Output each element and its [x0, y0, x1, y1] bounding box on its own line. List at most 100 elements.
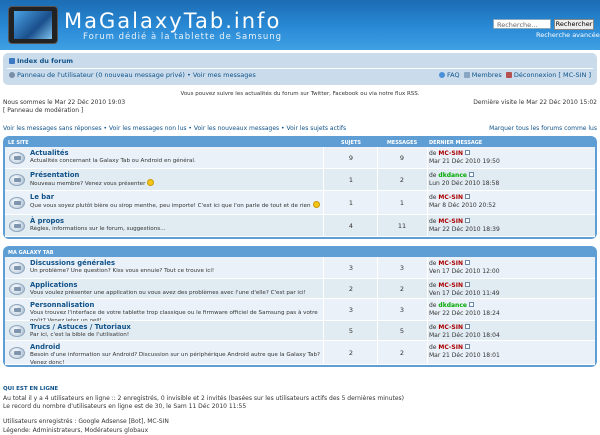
- moderation-panel-link[interactable]: [ Panneau de modération ]: [3, 107, 83, 114]
- forum-description: Par ici, c'est la bible de l'utilisation…: [30, 331, 320, 339]
- members-link[interactable]: Membres: [472, 71, 502, 79]
- message-count: 11: [397, 222, 407, 230]
- forum-description-text: Vous voulez présenter une application ou…: [30, 290, 306, 296]
- last-post: de MC-SIN Ven 17 Déc 2010 12:00: [429, 260, 500, 275]
- last-post-author[interactable]: dkdance: [438, 302, 467, 309]
- site-title[interactable]: MaGalaxyTab.info: [64, 9, 281, 33]
- last-post-date: Mar 8 Déc 2010 20:52: [429, 202, 496, 209]
- home-link[interactable]: Index du forum: [17, 57, 73, 65]
- forum-title[interactable]: Actualités: [30, 149, 69, 157]
- last-visit: Dernière visite le Mar 22 Déc 2010 15:02: [473, 99, 597, 106]
- goto-last-post-icon[interactable]: [468, 172, 474, 177]
- last-post: de dkdance Lun 20 Déc 2010 18:58: [429, 172, 500, 187]
- forum-description: Actualités concernant la Galaxy Tab ou A…: [30, 157, 320, 165]
- forum-description-text: Actualités concernant la Galaxy Tab ou A…: [30, 158, 196, 164]
- forum-description-text: Un problème? Une question? Kiss vous enn…: [30, 268, 215, 274]
- message-count: 3: [399, 306, 405, 314]
- forum-row[interactable]: Actualités Actualités concernant la Galax…: [5, 147, 595, 169]
- forum-row[interactable]: Trucs / Astuces / Tutoriaux Par ici, c'es…: [5, 321, 595, 341]
- category-header: MA GALAXY TAB: [5, 248, 595, 257]
- goto-last-post-icon[interactable]: [465, 282, 470, 287]
- category-title[interactable]: MA GALAXY TAB: [8, 250, 54, 256]
- forum-read-icon: [9, 219, 25, 232]
- last-post-date: Ven 17 Déc 2010 11:49: [429, 290, 500, 297]
- forum-description-text: Que vous soyez plutôt bière ou sirop men…: [30, 203, 311, 209]
- last-post-author[interactable]: MC-SIN: [438, 218, 463, 225]
- forum-title[interactable]: À propos: [30, 217, 64, 225]
- last-post-author[interactable]: MC-SIN: [438, 344, 463, 351]
- last-post-author[interactable]: MC-SIN: [438, 150, 463, 157]
- goto-last-post-icon[interactable]: [465, 150, 470, 155]
- goto-last-post-icon[interactable]: [465, 194, 470, 199]
- column-last-post: DERNIER MESSAGE: [429, 140, 483, 146]
- faq-icon: [439, 72, 446, 78]
- goto-last-post-icon[interactable]: [468, 302, 474, 307]
- goto-last-post-icon[interactable]: [465, 324, 470, 329]
- forum-description: Vous voulez présenter une application ou…: [30, 289, 320, 297]
- user-panel-link[interactable]: Panneau de l'utilisateur (0 nouveau mess…: [17, 71, 256, 79]
- last-post-date: Mer 22 Déc 2010 18:24: [429, 310, 500, 317]
- faq-link[interactable]: FAQ: [447, 71, 460, 79]
- message-count: 2: [399, 349, 405, 357]
- logout-icon: [505, 72, 512, 78]
- search-input[interactable]: Recherche…: [493, 19, 551, 29]
- forum-read-icon: [9, 303, 25, 316]
- smiley-icon: [312, 201, 320, 208]
- forum-title[interactable]: Applications: [30, 281, 77, 289]
- forum-row[interactable]: Android Besoin d'une information sur Andr…: [5, 341, 595, 366]
- site-header: MaGalaxyTab.info Forum dédié à la tablet…: [0, 0, 600, 50]
- forum-title[interactable]: Présentation: [30, 171, 79, 179]
- forum-row[interactable]: Personnalisation Vous trouvez l'interface…: [5, 299, 595, 324]
- online-stats: Au total il y a 4 utilisateurs en ligne …: [3, 395, 405, 402]
- goto-last-post-icon[interactable]: [465, 260, 470, 265]
- last-post-author[interactable]: MC-SIN: [438, 194, 463, 201]
- forum-read-icon: [9, 173, 25, 186]
- advanced-search-link[interactable]: Recherche avancée: [536, 31, 600, 39]
- forum-row[interactable]: Applications Vous voulez présenter une ap…: [5, 279, 595, 299]
- goto-last-post-icon[interactable]: [465, 344, 470, 349]
- column-messages: MESSAGES: [386, 140, 418, 146]
- forum-description-text: Nouveau membre? Venez vous présenter: [30, 181, 146, 187]
- forum-title[interactable]: Android: [30, 343, 60, 351]
- last-post-author[interactable]: dkdance: [438, 172, 467, 179]
- forum-title[interactable]: Personnalisation: [30, 301, 94, 309]
- logout-link[interactable]: Déconnexion [ MC-SIN ]: [514, 71, 591, 79]
- forum-row[interactable]: Le bar Que vous soyez plutôt bière ou sir…: [5, 191, 595, 215]
- last-post-author[interactable]: MC-SIN: [438, 324, 463, 331]
- smiley-icon: [147, 179, 155, 186]
- mark-all-read-link[interactable]: Marquer tous les forums comme lus: [489, 125, 597, 132]
- forum-read-icon: [9, 346, 25, 359]
- quick-links[interactable]: Voir les messages sans réponses • Voir l…: [3, 125, 346, 132]
- forum-title[interactable]: Trucs / Astuces / Tutoriaux: [30, 323, 131, 331]
- forum-row[interactable]: À propos Règles, informations sur le foru…: [5, 215, 595, 237]
- nav-divider: [7, 68, 593, 69]
- category-title[interactable]: LE SITE: [8, 140, 29, 146]
- user-panel-icon: [9, 72, 15, 78]
- forum-row[interactable]: Discussions générales Un problème? Une qu…: [5, 257, 595, 279]
- last-post-date: Mar 22 Déc 2010 18:39: [429, 226, 500, 233]
- message-count: 1: [399, 199, 405, 207]
- who-is-online-title: QUI EST EN LIGNE: [3, 386, 59, 392]
- last-post-author[interactable]: MC-SIN: [438, 282, 463, 289]
- forum-description: Que vous soyez plutôt bière ou sirop men…: [30, 201, 320, 210]
- site-logo[interactable]: [8, 6, 58, 44]
- search-button[interactable]: Rechercher: [554, 19, 594, 30]
- last-post: de MC-SIN Mar 22 Déc 2010 18:39: [429, 218, 500, 233]
- last-post: de MC-SIN Ven 17 Déc 2010 11:49: [429, 282, 500, 297]
- online-record: Le record du nombre d'utilisateurs en li…: [3, 403, 247, 410]
- last-post-author[interactable]: MC-SIN: [438, 260, 463, 267]
- forum-read-icon: [9, 282, 25, 295]
- forum-description: Un problème? Une question? Kiss vous enn…: [30, 267, 320, 275]
- goto-last-post-icon[interactable]: [465, 218, 470, 223]
- breadcrumb[interactable]: Index du forum: [9, 57, 73, 65]
- forum-description-text: Besoin d'une information sur Android? Di…: [30, 352, 320, 366]
- forum-title[interactable]: Le bar: [30, 193, 54, 201]
- last-post-date: Ven 17 Déc 2010 12:00: [429, 268, 500, 275]
- forum-row[interactable]: Présentation Nouveau membre? Venez vous p…: [5, 169, 595, 191]
- forum-read-icon: [9, 196, 25, 209]
- last-post-date: Mar 21 Déc 2010 18:01: [429, 352, 500, 359]
- navbar: Index du forum Panneau de l'utilisateur …: [3, 53, 597, 85]
- forum-title[interactable]: Discussions générales: [30, 259, 115, 267]
- forum-description-text: Règles, informations sur le forum, sugge…: [30, 226, 166, 232]
- forum-read-icon: [9, 324, 25, 337]
